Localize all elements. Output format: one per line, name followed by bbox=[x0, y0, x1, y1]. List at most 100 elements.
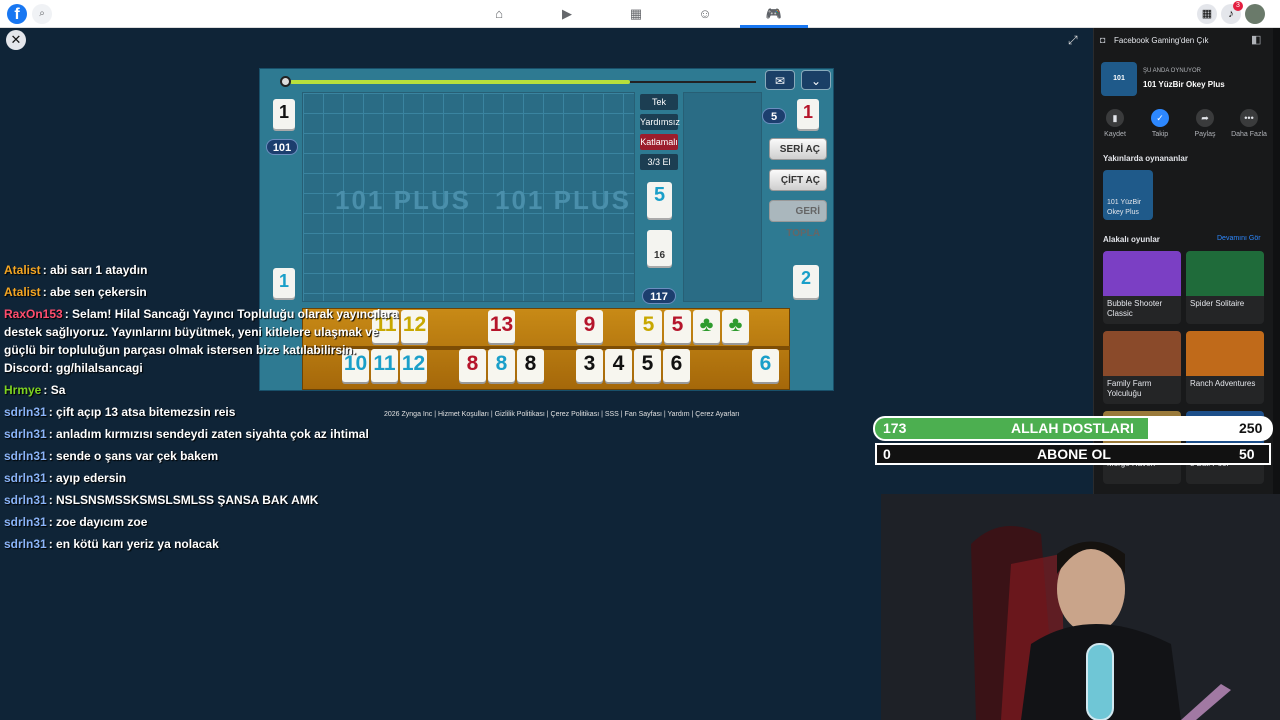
chat-message: sdrln31: sende o şans var çek bakem bbox=[4, 445, 399, 467]
menu-grid-icon[interactable]: ▦ bbox=[1197, 4, 1217, 24]
rack-tile[interactable]: 6 bbox=[663, 349, 690, 382]
sidebar-toggle-icon[interactable]: ◧ bbox=[1251, 33, 1261, 46]
fullscreen-icon[interactable]: ⤢ bbox=[1068, 33, 1078, 48]
share-button[interactable]: ➦ Paylaş bbox=[1184, 109, 1226, 138]
chat-text: : sende o şans var çek bakem bbox=[48, 449, 219, 463]
game-thumbnail bbox=[1186, 251, 1264, 296]
nearby-game-card[interactable]: 101 YüzBir Okey Plus bbox=[1103, 170, 1153, 220]
rack-tile[interactable]: 3 bbox=[576, 349, 603, 382]
chevron-down-icon[interactable]: ⌄ bbox=[801, 70, 831, 90]
footer-links[interactable]: 2026 Zynga Inc | Hizmet Koşulları | Gizl… bbox=[384, 411, 739, 418]
gaming-icon[interactable]: 🎮 bbox=[740, 0, 808, 28]
top-navigation-bar: f ⌕ ⌂ ▶ ▦ ☺ 🎮 ▦ ♪ 3 bbox=[0, 0, 1280, 28]
chat-text: : çift açıp 13 atsa bitemezsin reis bbox=[48, 405, 236, 419]
chat-username[interactable]: Atalist bbox=[4, 285, 41, 299]
search-icon[interactable]: ⌕ bbox=[32, 4, 52, 24]
turn-timer bbox=[280, 76, 758, 88]
chat-username[interactable]: sdrln31 bbox=[4, 493, 47, 507]
follow-icon: ✓ bbox=[1151, 109, 1169, 127]
sub-title: ABONE OL bbox=[1037, 446, 1111, 462]
game-mode-pill: Katlamalı bbox=[640, 134, 678, 150]
game-thumbnail bbox=[1103, 251, 1181, 296]
chat-message: sdrln31: zoe dayıcım zoe bbox=[4, 511, 399, 533]
watch-icon[interactable]: ▶ bbox=[533, 0, 601, 28]
rack-tile[interactable]: 6 bbox=[752, 349, 779, 382]
chat-message: Atalist: abi sarı 1 ataydın bbox=[4, 259, 399, 281]
score-current: 173 bbox=[883, 420, 907, 436]
rack-tile[interactable]: 13 bbox=[488, 310, 515, 343]
right-grid bbox=[683, 92, 762, 302]
chat-text: : abe sen çekersin bbox=[42, 285, 147, 299]
game-name: Spider Solitaire bbox=[1190, 299, 1245, 308]
chat-message: Atalist: abe sen çekersin bbox=[4, 281, 399, 303]
rack-tile[interactable]: 12 bbox=[401, 310, 428, 343]
home-icon[interactable]: ⌂ bbox=[465, 0, 533, 28]
groups-icon[interactable]: ☺ bbox=[671, 0, 739, 28]
webcam-feed bbox=[881, 494, 1280, 720]
game-thumbnail bbox=[1186, 331, 1264, 376]
facebook-logo[interactable]: f bbox=[7, 4, 27, 24]
player-tile-top-right: 1 bbox=[797, 99, 819, 129]
score-bar-bottom: 0 ABONE OL 50 bbox=[875, 443, 1271, 465]
chat-username[interactable]: sdrln31 bbox=[4, 449, 47, 463]
rack-tile[interactable]: ♣ bbox=[693, 310, 720, 343]
avatar[interactable] bbox=[1245, 4, 1265, 24]
chat-username[interactable]: sdrln31 bbox=[4, 427, 47, 441]
game-mode-pill: Yardımsız bbox=[640, 114, 680, 130]
save-button[interactable]: ▮ Kaydet bbox=[1094, 109, 1136, 138]
rack-tile[interactable]: 5 bbox=[635, 310, 662, 343]
rack-tile[interactable]: 8 bbox=[459, 349, 486, 382]
close-button[interactable]: ✕ bbox=[6, 30, 26, 50]
geri-topla-button[interactable]: GERİ TOPLA bbox=[769, 200, 827, 239]
rack-tile[interactable]: 8 bbox=[488, 349, 515, 382]
related-game-card[interactable]: Family Farm Yolculuğu bbox=[1103, 331, 1181, 404]
player-tile-bottom-right[interactable]: 2 bbox=[793, 265, 819, 298]
chat-username[interactable]: sdrln31 bbox=[4, 471, 47, 485]
related-game-card[interactable]: Spider Solitaire bbox=[1186, 251, 1264, 324]
rack-tile[interactable]: ♣ bbox=[722, 310, 749, 343]
chat-text: : zoe dayıcım zoe bbox=[48, 515, 148, 529]
more-button[interactable]: ••• Daha Fazla bbox=[1228, 109, 1270, 138]
chat-username[interactable]: sdrln31 bbox=[4, 405, 47, 419]
chat-username[interactable]: Hrmye bbox=[4, 383, 41, 397]
exit-gaming-link[interactable]: Facebook Gaming'den Çık bbox=[1114, 36, 1208, 45]
round-pill: 3/3 El bbox=[640, 154, 678, 170]
game-mode-pill: Tek bbox=[640, 94, 678, 110]
follow-button[interactable]: ✓ Takip bbox=[1139, 109, 1181, 138]
rack-tile[interactable]: 4 bbox=[605, 349, 632, 382]
chat-username[interactable]: RaxOn153 bbox=[4, 307, 63, 321]
gamepad-icon: ◘ bbox=[1100, 35, 1106, 45]
sub-current: 0 bbox=[883, 446, 891, 462]
see-all-link[interactable]: Devamını Gör bbox=[1217, 235, 1261, 242]
rack-tile[interactable]: 5 bbox=[634, 349, 661, 382]
related-game-card[interactable]: Bubble Shooter Classic bbox=[1103, 251, 1181, 324]
now-playing-thumbnail[interactable]: 101 bbox=[1101, 62, 1137, 96]
chat-message: sdrln31: en kötü karı yeriz ya nolacak bbox=[4, 533, 399, 555]
cift-ac-button[interactable]: ÇİFT AÇ bbox=[769, 169, 827, 191]
game-name: Family Farm Yolculuğu bbox=[1107, 379, 1152, 398]
chat-message: sdrln31: NSLSNSMSSKSMSLSMLSS ŞANSA BAK A… bbox=[4, 489, 399, 511]
rgb-speaker bbox=[1087, 644, 1113, 720]
chat-text: : Selam! Hilal Sancağı Yayıncı Topluluğu… bbox=[4, 307, 399, 375]
chat-text: : en kötü karı yeriz ya nolacak bbox=[48, 537, 219, 551]
game-name: Ranch Adventures bbox=[1190, 379, 1256, 388]
chat-username[interactable]: sdrln31 bbox=[4, 515, 47, 529]
chat-username[interactable]: Atalist bbox=[4, 263, 41, 277]
chat-message: sdrln31: çift açıp 13 atsa bitemezsin re… bbox=[4, 401, 399, 423]
chat-username[interactable]: sdrln31 bbox=[4, 537, 47, 551]
related-game-card[interactable]: Ranch Adventures bbox=[1186, 331, 1264, 404]
related-section-title: Alakalı oyunlar bbox=[1103, 235, 1160, 244]
chat-bubble-icon[interactable]: ✉ bbox=[765, 70, 795, 90]
rack-tile[interactable]: 5 bbox=[664, 310, 691, 343]
rack-tile[interactable]: 8 bbox=[517, 349, 544, 382]
seri-ac-button[interactable]: SERİ AÇ bbox=[769, 138, 827, 160]
rack-tile[interactable]: 9 bbox=[576, 310, 603, 343]
marketplace-icon[interactable]: ▦ bbox=[602, 0, 670, 28]
draw-pile[interactable]: 16 bbox=[647, 230, 672, 266]
rack-tile[interactable]: 12 bbox=[400, 349, 427, 382]
more-icon: ••• bbox=[1240, 109, 1258, 127]
share-icon: ➦ bbox=[1196, 109, 1214, 127]
chat-text: : abi sarı 1 ataydın bbox=[42, 263, 148, 277]
now-playing-game[interactable]: 101 YüzBir Okey Plus bbox=[1143, 80, 1225, 89]
game-thumbnail bbox=[1103, 331, 1181, 376]
